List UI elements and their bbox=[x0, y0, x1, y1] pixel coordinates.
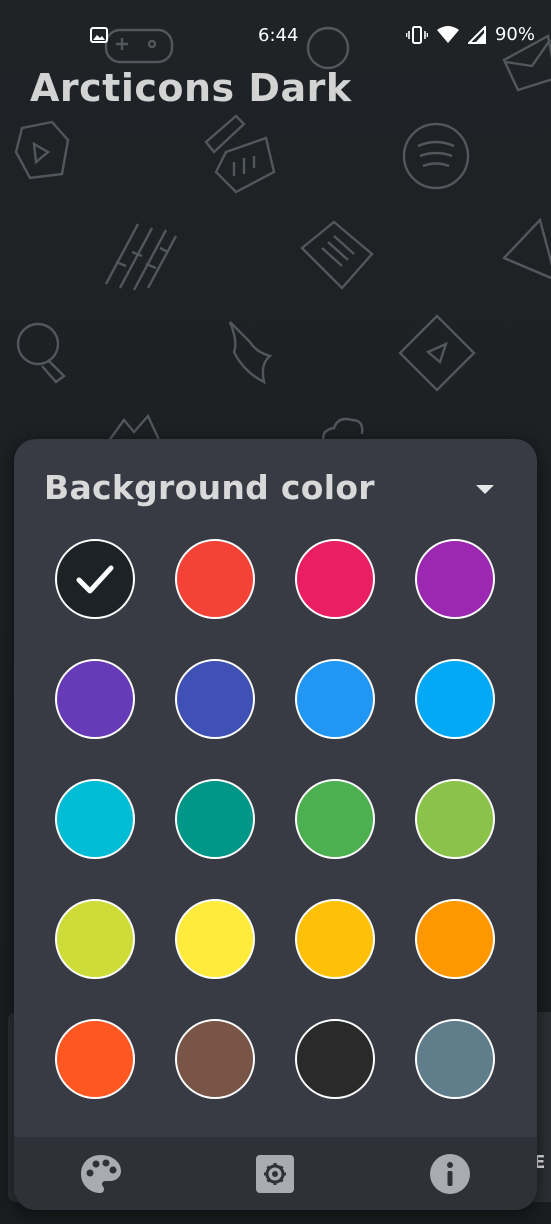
color-swatch-green[interactable] bbox=[295, 779, 375, 859]
check-icon bbox=[76, 565, 114, 594]
signal-icon bbox=[467, 25, 486, 44]
color-swatch-lime[interactable] bbox=[55, 899, 135, 979]
triangle-down-icon[interactable] bbox=[473, 479, 497, 499]
color-swatch-amber[interactable] bbox=[295, 899, 375, 979]
status-right-group: 90% bbox=[405, 24, 535, 45]
wallpaper-note-icon bbox=[300, 220, 374, 290]
wifi-icon bbox=[436, 25, 459, 43]
vibrate-icon bbox=[405, 25, 428, 44]
wallpaper-bulb-icon bbox=[16, 322, 66, 384]
wallpaper-play-icon bbox=[398, 314, 476, 392]
color-swatch-dark[interactable] bbox=[55, 539, 135, 619]
wallpaper-sliders-icon bbox=[104, 223, 178, 290]
nav-palette[interactable] bbox=[14, 1137, 188, 1210]
color-swatch-yellow[interactable] bbox=[175, 899, 255, 979]
color-swatch-light-blue[interactable] bbox=[415, 659, 495, 739]
status-time: 6:44 bbox=[258, 25, 299, 46]
color-swatch-near-black[interactable] bbox=[295, 1019, 375, 1099]
wallpaper-shield-icon bbox=[14, 120, 70, 180]
color-swatch-orange[interactable] bbox=[415, 899, 495, 979]
background-color-panel: Background color bbox=[14, 439, 537, 1210]
wallpaper-send-icon bbox=[501, 217, 551, 280]
image-icon bbox=[90, 27, 108, 43]
wallpaper-sketch-icon bbox=[204, 114, 276, 194]
settings-icon bbox=[256, 1154, 295, 1193]
bottom-nav bbox=[14, 1137, 537, 1210]
color-swatch-indigo[interactable] bbox=[175, 659, 255, 739]
status-bar: 6:44 90% bbox=[0, 0, 551, 72]
color-swatch-purple[interactable] bbox=[415, 539, 495, 619]
wallpaper-spotify-icon bbox=[402, 122, 470, 190]
color-swatch-deep-purple[interactable] bbox=[55, 659, 135, 739]
color-swatch-light-green[interactable] bbox=[415, 779, 495, 859]
color-swatch-cyan[interactable] bbox=[55, 779, 135, 859]
nav-info[interactable] bbox=[363, 1137, 537, 1210]
battery-level: 90% bbox=[494, 24, 535, 45]
color-swatch-deep-orange[interactable] bbox=[55, 1019, 135, 1099]
color-swatch-brown[interactable] bbox=[175, 1019, 255, 1099]
home-screen: 6:44 90% Arcticons Dark E Background col… bbox=[0, 0, 551, 1224]
nav-settings[interactable] bbox=[188, 1137, 362, 1210]
info-icon bbox=[429, 1153, 470, 1194]
color-swatch-red[interactable] bbox=[175, 539, 255, 619]
palette-icon bbox=[81, 1154, 122, 1193]
wallpaper-bird-icon bbox=[228, 321, 273, 385]
app-title: Arcticons Dark bbox=[30, 66, 352, 110]
panel-title: Background color bbox=[44, 468, 375, 507]
color-swatch-pink[interactable] bbox=[295, 539, 375, 619]
panel-header[interactable]: Background color bbox=[14, 439, 537, 535]
color-swatch-blue-grey[interactable] bbox=[415, 1019, 495, 1099]
color-swatch-grid bbox=[55, 539, 495, 1099]
color-swatch-blue[interactable] bbox=[295, 659, 375, 739]
color-swatch-teal[interactable] bbox=[175, 779, 255, 859]
